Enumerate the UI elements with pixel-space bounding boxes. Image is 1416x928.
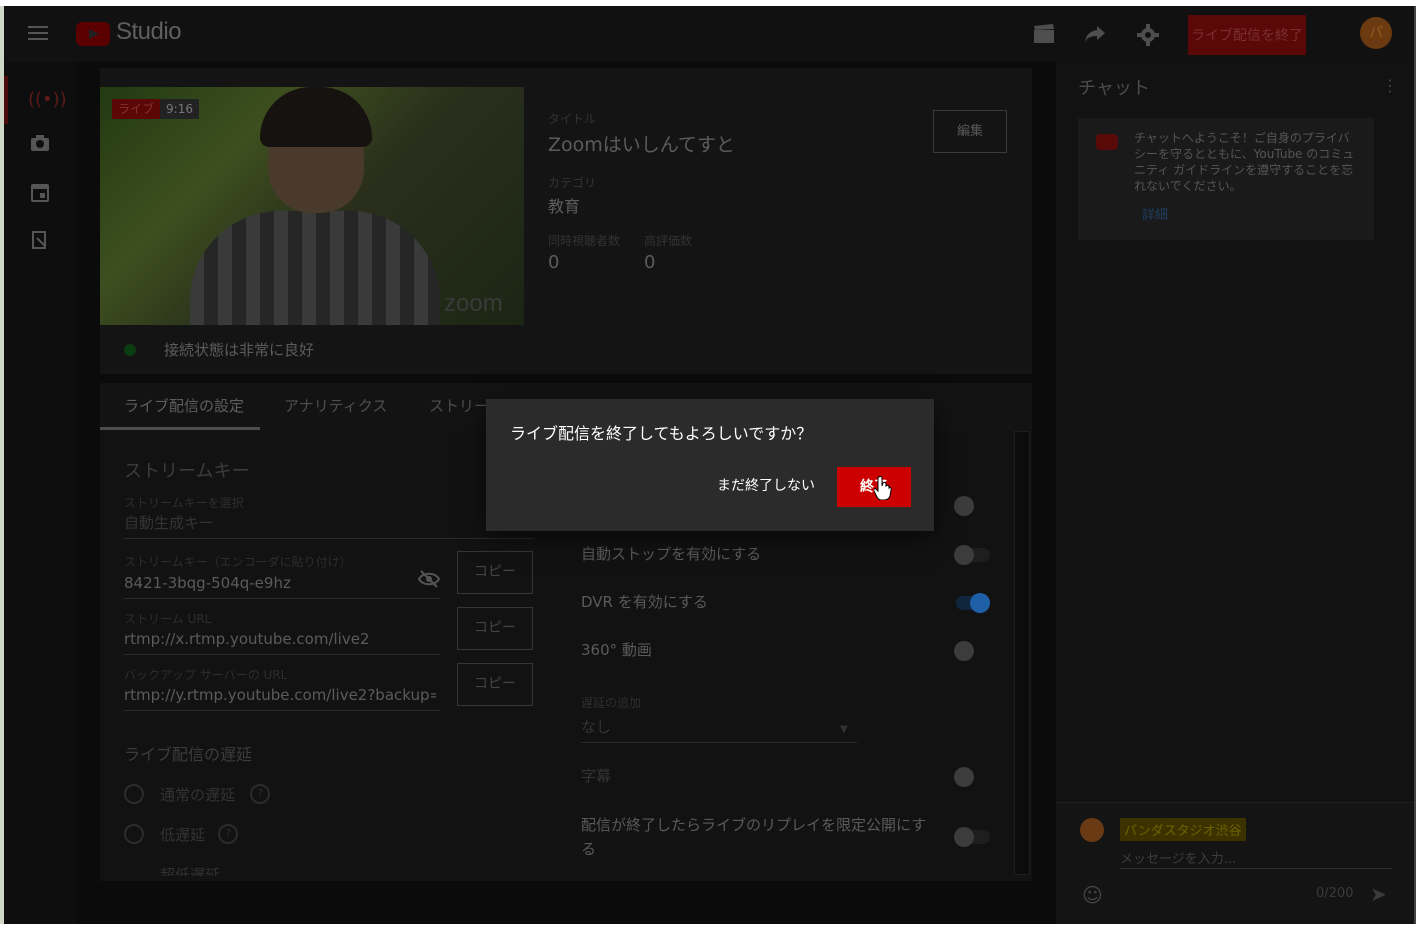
backup-url-label: バックアップ サーバーの URL <box>124 668 288 682</box>
share-icon[interactable] <box>1084 24 1106 46</box>
clapperboard-icon[interactable] <box>1033 24 1055 46</box>
chat-detail-link[interactable]: 詳細 <box>1142 204 1168 223</box>
divider <box>124 654 440 655</box>
stream-url-label: ストリーム URL <box>124 612 212 626</box>
connection-status-icon <box>124 344 136 356</box>
latency-ultralow-label: 超低遅延 <box>160 866 221 876</box>
emoji-icon[interactable]: ☺ <box>1082 883 1103 907</box>
chat-message-input[interactable]: メッセージを入力... <box>1120 848 1236 867</box>
latency-normal-label: 通常の遅延 <box>160 786 236 804</box>
captions-label: 字幕 <box>581 767 612 785</box>
tab-stream-settings[interactable]: ライブ配信の設定 <box>124 395 244 416</box>
live-label: ライブ <box>112 99 161 119</box>
active-tab-indicator <box>100 427 260 430</box>
divider <box>124 598 440 599</box>
youtube-icon <box>1096 134 1118 150</box>
likes-label: 高評価数 <box>644 234 693 248</box>
dialog-title: ライブ配信を終了してもよろしいですか？ <box>510 424 813 443</box>
latency-low-radio[interactable] <box>124 824 144 844</box>
camera-icon[interactable] <box>28 134 52 158</box>
end-stream-dialog <box>486 399 934 531</box>
live-badge: ライブ 9:16 <box>112 99 199 119</box>
stream-key-field[interactable]: 8421-3bqg-504q-e9hz <box>124 574 291 592</box>
dvr-toggle[interactable] <box>970 593 990 613</box>
auto-stop-label: 自動ストップを有効にする <box>581 545 762 563</box>
divider <box>124 538 534 539</box>
video360-toggle[interactable] <box>954 641 974 661</box>
likes-value: 0 <box>644 252 656 273</box>
chat-user-name: パンダスタジオ渋谷 <box>1120 818 1246 841</box>
presenter-image <box>190 87 440 325</box>
menu-icon[interactable] <box>28 26 48 40</box>
settings-scrollbar[interactable] <box>1014 431 1030 875</box>
cancel-end-button[interactable]: まだ終了しない <box>704 468 828 504</box>
copy-stream-url-button[interactable]: コピー <box>457 607 533 650</box>
chat-title: チャット <box>1078 78 1150 99</box>
stream-key-heading: ストリームキー <box>124 461 250 482</box>
stream-key-label: ストリームキー（エンコーダに貼り付け） <box>124 555 352 569</box>
send-icon[interactable]: ➤ <box>1370 882 1387 906</box>
latency-low-label: 低遅延 <box>160 826 206 844</box>
divider <box>581 742 857 743</box>
help-icon[interactable]: ? <box>218 824 238 844</box>
dvr-label: DVR を有効にする <box>581 593 708 611</box>
zoom-watermark: zoom <box>444 290 503 317</box>
concurrent-viewers-label: 同時視聴者数 <box>548 234 621 248</box>
backup-url-field[interactable]: rtmp://y.rtmp.youtube.com/live2?backup=1 <box>124 686 436 704</box>
studio-logo-text[interactable]: Studio <box>116 18 182 46</box>
account-avatar[interactable]: パ <box>1360 17 1392 49</box>
visibility-off-icon[interactable] <box>417 570 441 588</box>
studio-window: Studio ライブ配信を終了 パ ((•)) ライブ 9:16 zoom 接続… <box>0 6 1416 924</box>
live-broadcast-icon[interactable]: ((•)) <box>28 88 67 112</box>
latency-heading: ライブ配信の遅延 <box>124 745 253 764</box>
edit-button[interactable]: 編集 <box>933 110 1007 153</box>
copy-stream-key-button[interactable]: コピー <box>457 551 533 594</box>
tab-analytics[interactable]: アナリティクス <box>284 395 387 416</box>
delay-label: 遅延の追加 <box>581 696 642 710</box>
delay-select[interactable]: なし <box>581 716 611 737</box>
nav-selection-indicator <box>4 76 8 124</box>
exit-studio-icon[interactable] <box>28 230 52 254</box>
category-value: 教育 <box>548 197 581 216</box>
stream-key-select-label: ストリームキーを選択 <box>124 496 244 510</box>
stream-url-field[interactable]: rtmp://x.rtmp.youtube.com/live2 <box>124 630 369 648</box>
elapsed-time: 9:16 <box>160 99 199 119</box>
char-counter: 0/200 <box>1316 886 1354 901</box>
unlisted-replay-toggle[interactable] <box>954 827 974 847</box>
calendar-icon[interactable] <box>28 182 52 206</box>
hand-cursor-icon <box>873 475 892 501</box>
divider <box>124 710 440 711</box>
title-label: タイトル <box>548 112 597 126</box>
tab-stream-health[interactable]: ストリー <box>429 395 489 416</box>
youtube-logo-icon[interactable] <box>76 22 110 46</box>
divider <box>1120 868 1392 869</box>
chat-user-avatar <box>1080 818 1104 842</box>
latency-normal-radio[interactable] <box>124 784 144 804</box>
category-label: カテゴリ <box>548 176 597 190</box>
connection-status-text: 接続状態は非常に良好 <box>164 341 315 359</box>
copy-backup-url-button[interactable]: コピー <box>457 663 533 706</box>
toggle-knob[interactable] <box>954 496 974 516</box>
video360-label: 360° 動画 <box>581 641 652 659</box>
unlisted-replay-label: 配信が終了したらライブのリプレイを限定公開にする <box>581 816 927 858</box>
stream-key-select[interactable]: 自動生成キー <box>124 512 214 533</box>
settings-gear-icon[interactable] <box>1137 24 1159 46</box>
dropdown-arrow-icon[interactable]: ▼ <box>840 724 848 735</box>
more-options-icon[interactable]: ⋮ <box>1382 76 1398 95</box>
auto-stop-toggle[interactable] <box>954 545 974 565</box>
latency-ultralow-row[interactable]: 超低遅延 <box>124 864 424 876</box>
captions-toggle[interactable] <box>954 767 974 787</box>
concurrent-viewers-value: 0 <box>548 252 560 273</box>
end-stream-button[interactable]: ライブ配信を終了 <box>1188 15 1306 55</box>
help-icon[interactable]: ? <box>250 784 270 804</box>
stream-title: Zoomはいしんてすと <box>548 134 735 156</box>
chat-welcome-text: チャットへようこそ！ご自身のプライバシーを守るとともに、YouTube のコミュ… <box>1134 131 1355 193</box>
